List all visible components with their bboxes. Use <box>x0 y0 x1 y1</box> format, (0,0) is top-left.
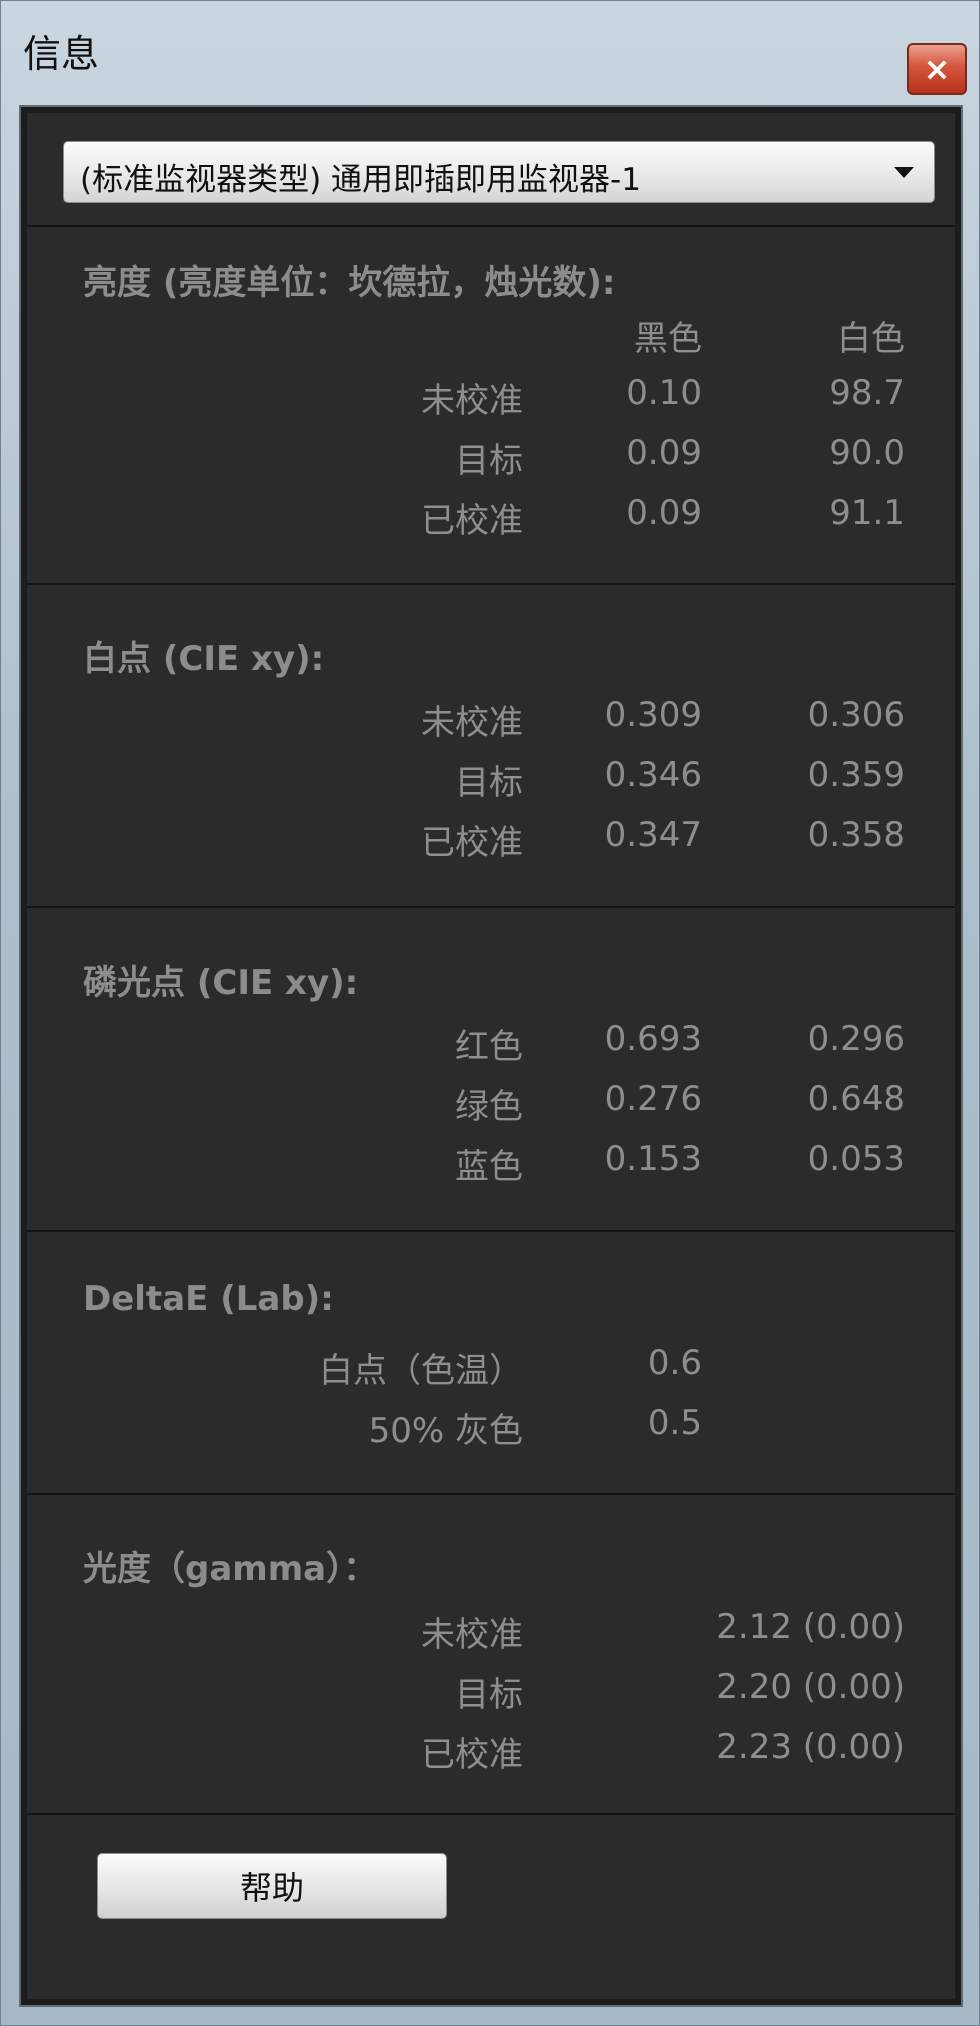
whitepoint-row-label: 已校准 <box>421 823 523 863</box>
phosphor-x-value: 0.153 <box>604 1139 702 1179</box>
gamma-row-label: 已校准 <box>421 1735 523 1775</box>
chevron-down-icon[interactable] <box>894 167 914 178</box>
phosphor-y-value: 0.053 <box>807 1139 905 1179</box>
gamma-value: 2.20 (0.00) <box>716 1667 905 1707</box>
info-dialog: 信息 × (标准监视器类型) 通用即插即用监视器-1 亮度 (亮度单位：坎德拉，… <box>0 0 980 2026</box>
monitor-select-value: (标准监视器类型) 通用即插即用监视器-1 <box>80 162 641 198</box>
deltae-value: 0.6 <box>647 1343 702 1383</box>
whitepoint-x-value: 0.346 <box>604 755 702 795</box>
luminance-col-white: 白色 <box>837 319 905 359</box>
luminance-row-label: 未校准 <box>421 381 523 421</box>
phosphor-row-label: 蓝色 <box>455 1147 523 1187</box>
close-icon: × <box>923 50 951 88</box>
gamma-value: 2.23 (0.00) <box>716 1727 905 1767</box>
luminance-white-value: 90.0 <box>829 433 905 473</box>
phosphor-row-label: 绿色 <box>455 1087 523 1127</box>
whitepoint-title: 白点 (CIE xy): <box>83 639 325 679</box>
window-title: 信息 <box>23 32 100 76</box>
monitor-select[interactable]: (标准监视器类型) 通用即插即用监视器-1 <box>63 141 935 203</box>
phosphors-title: 磷光点 (CIE xy): <box>83 963 359 1003</box>
whitepoint-y-value: 0.306 <box>807 695 905 735</box>
divider <box>27 1813 955 1815</box>
luminance-black-value: 0.10 <box>626 373 702 413</box>
luminance-black-value: 0.09 <box>626 493 702 533</box>
luminance-black-value: 0.09 <box>626 433 702 473</box>
whitepoint-row-label: 未校准 <box>421 703 523 743</box>
luminance-col-black: 黑色 <box>634 319 702 359</box>
luminance-row-label: 已校准 <box>421 501 523 541</box>
luminance-white-value: 91.1 <box>829 493 905 533</box>
close-button[interactable]: × <box>907 43 967 95</box>
deltae-row-label: 50% 灰色 <box>368 1411 523 1451</box>
luminance-white-value: 98.7 <box>829 373 905 413</box>
whitepoint-row-label: 目标 <box>455 763 523 803</box>
divider <box>27 1493 955 1495</box>
title-bar[interactable]: 信息 × <box>1 1 979 101</box>
phosphor-x-value: 0.276 <box>604 1079 702 1119</box>
phosphor-x-value: 0.693 <box>604 1019 702 1059</box>
gamma-value: 2.12 (0.00) <box>716 1607 905 1647</box>
gamma-title: 光度（gamma）： <box>83 1549 378 1589</box>
deltae-value: 0.5 <box>647 1403 702 1443</box>
deltae-row-label: 白点（色温） <box>319 1351 523 1391</box>
whitepoint-y-value: 0.358 <box>807 815 905 855</box>
gamma-row-label: 未校准 <box>421 1615 523 1655</box>
divider <box>27 906 955 908</box>
phosphor-y-value: 0.296 <box>807 1019 905 1059</box>
gamma-row-label: 目标 <box>455 1675 523 1715</box>
whitepoint-x-value: 0.309 <box>604 695 702 735</box>
deltae-title: DeltaE (Lab): <box>83 1279 334 1319</box>
client-area: (标准监视器类型) 通用即插即用监视器-1 亮度 (亮度单位：坎德拉，烛光数):… <box>19 105 963 2007</box>
divider <box>27 225 955 227</box>
whitepoint-y-value: 0.359 <box>807 755 905 795</box>
whitepoint-x-value: 0.347 <box>604 815 702 855</box>
help-button[interactable]: 帮助 <box>97 1853 447 1919</box>
luminance-title: 亮度 (亮度单位：坎德拉，烛光数): <box>83 263 616 303</box>
phosphor-row-label: 红色 <box>455 1027 523 1067</box>
info-panel: (标准监视器类型) 通用即插即用监视器-1 亮度 (亮度单位：坎德拉，烛光数):… <box>27 113 955 1999</box>
phosphor-y-value: 0.648 <box>807 1079 905 1119</box>
divider <box>27 1230 955 1232</box>
divider <box>27 583 955 585</box>
luminance-row-label: 目标 <box>455 441 523 481</box>
